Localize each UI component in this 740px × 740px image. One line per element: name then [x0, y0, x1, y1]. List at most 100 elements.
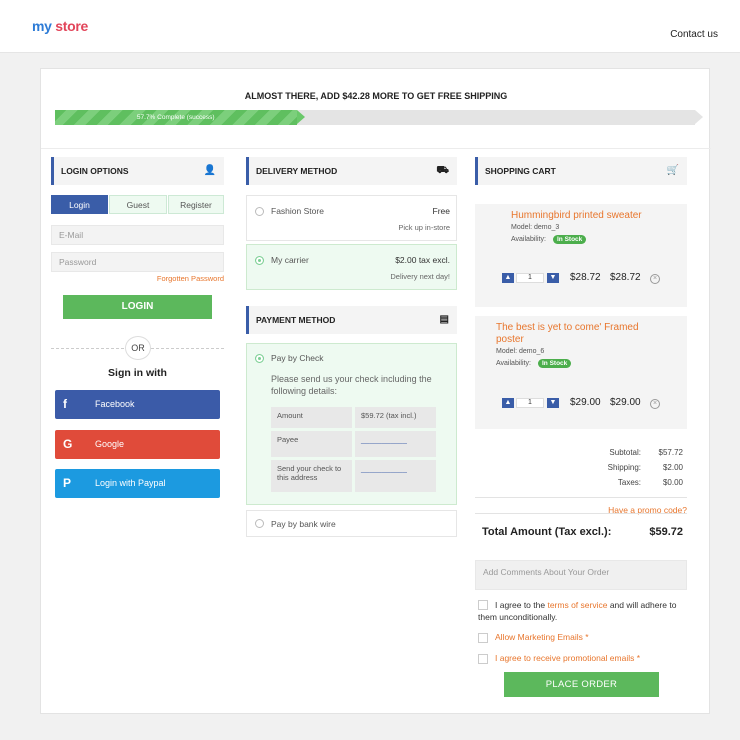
marketing-checkbox[interactable]	[478, 633, 488, 643]
shipping-label: Shipping:	[607, 463, 641, 472]
payment-description: Please send us your check including the …	[271, 374, 432, 396]
shopping-cart-title: SHOPPING CART	[485, 166, 556, 176]
promotional-label: I agree to receive promotional emails *	[495, 653, 641, 663]
availability-label: Availability:	[511, 236, 546, 243]
site-header: my store Contact us	[0, 0, 740, 53]
sign-in-with-heading: Sign in with	[108, 367, 167, 379]
social-button-label: Google	[95, 439, 125, 449]
qty-increase-button[interactable]: ▲	[502, 398, 514, 408]
store-logo[interactable]: my store	[32, 18, 88, 34]
divider	[475, 497, 687, 498]
tab-register[interactable]: Register	[168, 195, 224, 214]
shipping-progress-bar: 57.7% Complete (success)	[55, 110, 703, 125]
delivery-option-price: $2.00 tax excl.	[395, 255, 450, 265]
stock-badge: In Stock	[538, 359, 572, 368]
social-button-label: Login with Paypal	[95, 478, 166, 488]
payment-method-title: PAYMENT METHOD	[256, 315, 336, 325]
qty-input[interactable]: 1	[516, 273, 544, 283]
shopping-cart-header: SHOPPING CART 🛒	[475, 157, 687, 185]
shipping-progress-fill: 57.7% Complete (success)	[55, 110, 304, 125]
taxes-value: $0.00	[662, 478, 683, 487]
login-options-title: LOGIN OPTIONS	[61, 166, 129, 176]
total-label: Total Amount (Tax excl.):	[482, 526, 612, 538]
payment-option-bankwire[interactable]: Pay by bank wire	[246, 510, 457, 537]
qty-input[interactable]: 1	[516, 398, 544, 408]
or-badge: OR	[125, 336, 151, 360]
delivery-radio[interactable]	[255, 207, 264, 216]
delivery-option-price: Free	[432, 206, 450, 216]
line-total: $29.00	[610, 397, 641, 408]
delivery-method-title: DELIVERY METHOD	[256, 166, 338, 176]
basket-icon: 🛒	[666, 165, 679, 176]
cart-item: Hummingbird printed sweater Model: demo_…	[475, 204, 687, 307]
promotional-checkbox[interactable]	[478, 654, 488, 664]
product-name-link[interactable]: Hummingbird printed sweater	[511, 210, 681, 222]
payment-detail-label: Send your check to this address	[271, 460, 352, 492]
login-options-header: LOGIN OPTIONS 👤	[51, 157, 224, 185]
unit-price: $28.72	[570, 272, 601, 283]
login-with-paypal-button[interactable]: P Login with Paypal	[55, 469, 220, 498]
order-comments-textarea[interactable]: Add Comments About Your Order	[475, 560, 687, 590]
payment-detail-value: ___________	[355, 460, 436, 492]
social-button-label: Facebook	[95, 399, 135, 409]
email-field[interactable]: E-Mail	[51, 225, 224, 245]
google-icon: G	[63, 437, 73, 451]
product-model: Model: demo_3	[511, 224, 560, 231]
truck-icon: ⛟	[436, 165, 449, 176]
taxes-label: Taxes:	[617, 478, 641, 487]
line-total: $28.72	[610, 272, 641, 283]
product-name-link[interactable]: The best is yet to come' Framed poster	[496, 322, 666, 346]
remove-item-icon[interactable]: ×	[650, 274, 660, 284]
delivery-option-note: Pick up in-store	[398, 223, 450, 232]
terms-link[interactable]: terms of service	[547, 600, 607, 610]
google-button[interactable]: G Google	[55, 430, 220, 459]
payment-detail-label: Amount	[271, 407, 352, 428]
payment-detail-value: ___________	[355, 431, 436, 457]
tab-login[interactable]: Login	[51, 195, 108, 214]
payment-method-header: PAYMENT METHOD ▤	[246, 306, 457, 334]
delivery-option-name: My carrier	[271, 255, 309, 265]
remove-item-icon[interactable]: ×	[650, 399, 660, 409]
login-button[interactable]: LOGIN	[63, 295, 212, 319]
delivery-option-name: Fashion Store	[271, 206, 324, 216]
credit-card-icon: ▤	[439, 314, 449, 325]
facebook-button[interactable]: f Facebook	[55, 390, 220, 419]
qty-increase-button[interactable]: ▲	[502, 273, 514, 283]
subtotal-label: Subtotal:	[609, 448, 641, 457]
qty-decrease-button[interactable]: ▼	[547, 398, 559, 408]
free-shipping-banner: ALMOST THERE, ADD $42.28 MORE TO GET FRE…	[244, 91, 508, 101]
qty-decrease-button[interactable]: ▼	[547, 273, 559, 283]
marketing-label: Allow Marketing Emails *	[495, 632, 589, 642]
unit-price: $29.00	[570, 397, 601, 408]
total-value: $59.72	[649, 526, 683, 538]
facebook-icon: f	[63, 397, 67, 411]
payment-radio-selected[interactable]	[255, 354, 264, 363]
payment-detail-value: $59.72 (tax incl.)	[355, 407, 436, 428]
contact-link[interactable]: Contact us	[670, 29, 718, 40]
place-order-button[interactable]: PLACE ORDER	[504, 672, 659, 697]
delivery-method-header: DELIVERY METHOD ⛟	[246, 157, 457, 185]
delivery-option-note: Delivery next day!	[390, 272, 450, 281]
subtotal-value: $57.72	[658, 448, 683, 457]
password-field[interactable]: Password	[51, 252, 224, 272]
divider	[475, 513, 687, 514]
divider	[41, 148, 711, 149]
payment-option-name: Pay by Check	[271, 353, 324, 363]
user-lock-icon: 👤	[203, 165, 216, 176]
forgot-password-link[interactable]: Forgotten Password	[51, 274, 224, 283]
payment-option-name: Pay by bank wire	[271, 519, 336, 529]
delivery-option-my-carrier[interactable]: My carrier $2.00 tax excl. Delivery next…	[246, 244, 457, 290]
cart-item: The best is yet to come' Framed poster M…	[475, 316, 687, 429]
stock-badge: In Stock	[553, 235, 587, 244]
availability-label: Availability:	[496, 360, 531, 367]
shipping-value: $2.00	[662, 463, 683, 472]
product-model: Model: demo_6	[496, 348, 545, 355]
checkout-card: ALMOST THERE, ADD $42.28 MORE TO GET FRE…	[40, 68, 711, 714]
terms-text: I agree to the terms of service and will…	[478, 600, 677, 622]
payment-detail-label: Payee	[271, 431, 352, 457]
payment-option-check[interactable]: Pay by Check Please send us your check i…	[246, 343, 457, 505]
delivery-option-fashion-store[interactable]: Fashion Store Free Pick up in-store	[246, 195, 457, 241]
tab-guest[interactable]: Guest	[109, 195, 167, 214]
delivery-radio-selected[interactable]	[255, 256, 264, 265]
payment-radio[interactable]	[255, 519, 264, 528]
